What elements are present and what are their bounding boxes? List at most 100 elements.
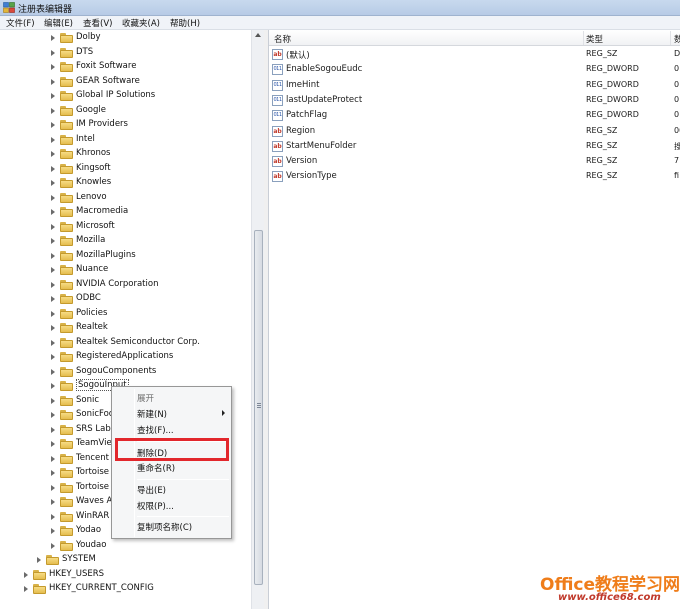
menu-help[interactable]: 帮助(H)	[168, 17, 202, 29]
expand-arrow-icon[interactable]	[51, 223, 55, 230]
column-divider[interactable]	[583, 31, 584, 45]
tree-node[interactable]: Macromedia	[0, 205, 250, 220]
value-row[interactable]: abRegion REG_SZ 00	[269, 124, 680, 139]
expand-arrow-icon[interactable]	[51, 397, 55, 404]
value-row[interactable]: ab (默认) REG_SZ D	[269, 47, 680, 62]
tree-node[interactable]: Policies	[0, 307, 250, 322]
expand-arrow-icon[interactable]	[51, 252, 55, 259]
expand-arrow-icon[interactable]	[51, 78, 55, 85]
string-value-icon: ab	[272, 171, 283, 183]
expand-arrow-icon[interactable]	[51, 209, 55, 215]
menu-item-permissions[interactable]: 权限(P)...	[137, 500, 174, 512]
tree-node[interactable]: Realtek	[0, 321, 250, 336]
tree-node[interactable]: Intel	[0, 133, 250, 148]
expand-arrow-icon[interactable]	[51, 310, 55, 317]
expand-arrow-icon[interactable]	[51, 499, 55, 505]
tree-node[interactable]: Kingsoft	[0, 162, 250, 177]
menu-item-new[interactable]: 新建(N)	[137, 408, 167, 420]
value-row[interactable]: 011lastUpdateProtect REG_DWORD 0:	[269, 93, 680, 108]
scroll-thumb[interactable]	[254, 230, 263, 585]
value-row[interactable]: 011ImeHint REG_DWORD 0:	[269, 78, 680, 93]
value-row[interactable]: ab StartMenuFolder REG_SZ 搜	[269, 139, 680, 154]
menu-edit[interactable]: 编辑(E)	[42, 17, 75, 29]
expand-arrow-icon[interactable]	[51, 296, 55, 302]
expand-arrow-icon[interactable]	[51, 49, 55, 56]
column-data-header[interactable]: 数	[674, 33, 680, 45]
expand-arrow-icon[interactable]	[51, 484, 55, 491]
window-title: 注册表编辑器	[18, 5, 73, 15]
column-divider[interactable]	[670, 31, 671, 45]
tree-node[interactable]: DTS	[0, 46, 250, 61]
tree-scrollbar[interactable]	[251, 30, 264, 609]
tree-node[interactable]: Foxit Software	[0, 60, 250, 75]
tree-node[interactable]: RegisteredApplications	[0, 350, 250, 365]
expand-arrow-icon[interactable]	[51, 354, 55, 360]
expand-arrow-icon[interactable]	[51, 180, 55, 186]
menu-item-find[interactable]: 查找(F)...	[137, 424, 174, 436]
expand-arrow-icon[interactable]	[51, 441, 55, 447]
menu-item-rename[interactable]: 重命名(R)	[137, 462, 175, 474]
expand-arrow-icon[interactable]	[51, 412, 55, 418]
expand-arrow-icon[interactable]	[51, 194, 55, 201]
expand-arrow-icon[interactable]	[24, 586, 28, 592]
expand-arrow-icon[interactable]	[51, 542, 55, 549]
expand-arrow-icon[interactable]	[51, 383, 55, 389]
tree-node-system[interactable]: SYSTEM	[0, 553, 250, 568]
tree-root-node[interactable]: HKEY_CURRENT_CONFIG	[0, 582, 250, 597]
expand-arrow-icon[interactable]	[51, 93, 55, 99]
tree-node[interactable]: Khronos	[0, 147, 250, 162]
tree-node[interactable]: Microsoft	[0, 220, 250, 235]
expand-arrow-icon[interactable]	[51, 339, 55, 346]
value-row[interactable]: ab VersionType REG_SZ fi	[269, 169, 680, 184]
expand-arrow-icon[interactable]	[51, 368, 55, 375]
expand-arrow-icon[interactable]	[51, 513, 55, 520]
menu-item-expand[interactable]: 展开	[137, 392, 154, 404]
tree-node[interactable]: SogouComponents	[0, 365, 250, 380]
expand-arrow-icon[interactable]	[51, 455, 55, 462]
expand-arrow-icon[interactable]	[51, 136, 55, 143]
tree-node[interactable]: Youdao	[0, 539, 250, 554]
expand-arrow-icon[interactable]	[51, 35, 55, 41]
tree-node[interactable]: Knowles	[0, 176, 250, 191]
menu-file[interactable]: 文件(F)	[4, 17, 37, 29]
expand-arrow-icon[interactable]	[24, 571, 28, 578]
expand-arrow-icon[interactable]	[51, 528, 55, 534]
tree-node[interactable]: Global IP Solutions	[0, 89, 250, 104]
value-row[interactable]: 011EnableSogouEudc REG_DWORD 0:	[269, 62, 680, 77]
scroll-up-arrow-icon[interactable]	[255, 33, 261, 37]
expand-arrow-icon[interactable]	[51, 281, 55, 288]
expand-arrow-icon[interactable]	[51, 151, 55, 157]
tree-node[interactable]: NVIDIA Corporation	[0, 278, 250, 293]
tree-node[interactable]: ODBC	[0, 292, 250, 307]
menu-favorites[interactable]: 收藏夹(A)	[120, 17, 162, 29]
value-type: REG_DWORD	[586, 79, 639, 89]
tree-node[interactable]: Mozilla	[0, 234, 250, 249]
value-row[interactable]: 011PatchFlag REG_DWORD 0:	[269, 108, 680, 123]
expand-arrow-icon[interactable]	[51, 64, 55, 70]
tree-node[interactable]: Google	[0, 104, 250, 119]
values-list[interactable]: 名称 类型 数 ab (默认) REG_SZ D 011 EnableSogouEudc R…	[269, 30, 680, 609]
tree-root-node[interactable]: HKEY_USERS	[0, 568, 250, 583]
expand-arrow-icon[interactable]	[51, 325, 55, 331]
column-name-header[interactable]: 名称	[274, 33, 291, 45]
expand-arrow-icon[interactable]	[37, 557, 41, 563]
column-type-header[interactable]: 类型	[586, 33, 603, 45]
tree-node[interactable]: IM Providers	[0, 118, 250, 133]
expand-arrow-icon[interactable]	[51, 122, 55, 128]
tree-node[interactable]: MozillaPlugins	[0, 249, 250, 264]
expand-arrow-icon[interactable]	[51, 238, 55, 244]
expand-arrow-icon[interactable]	[51, 107, 55, 114]
expand-arrow-icon[interactable]	[51, 470, 55, 476]
expand-arrow-icon[interactable]	[51, 165, 55, 172]
tree-node[interactable]: Lenovo	[0, 191, 250, 206]
tree-node[interactable]: GEAR Software	[0, 75, 250, 90]
menu-item-copy-key-name[interactable]: 复制项名称(C)	[137, 521, 192, 533]
menu-item-export[interactable]: 导出(E)	[137, 484, 166, 496]
tree-node[interactable]: Dolby	[0, 31, 250, 46]
value-row[interactable]: abVersion REG_SZ 7.	[269, 154, 680, 169]
expand-arrow-icon[interactable]	[51, 267, 55, 273]
tree-node[interactable]: Nuance	[0, 263, 250, 278]
tree-node[interactable]: Realtek Semiconductor Corp.	[0, 336, 250, 351]
expand-arrow-icon[interactable]	[51, 426, 55, 433]
menu-view[interactable]: 查看(V)	[81, 17, 114, 29]
